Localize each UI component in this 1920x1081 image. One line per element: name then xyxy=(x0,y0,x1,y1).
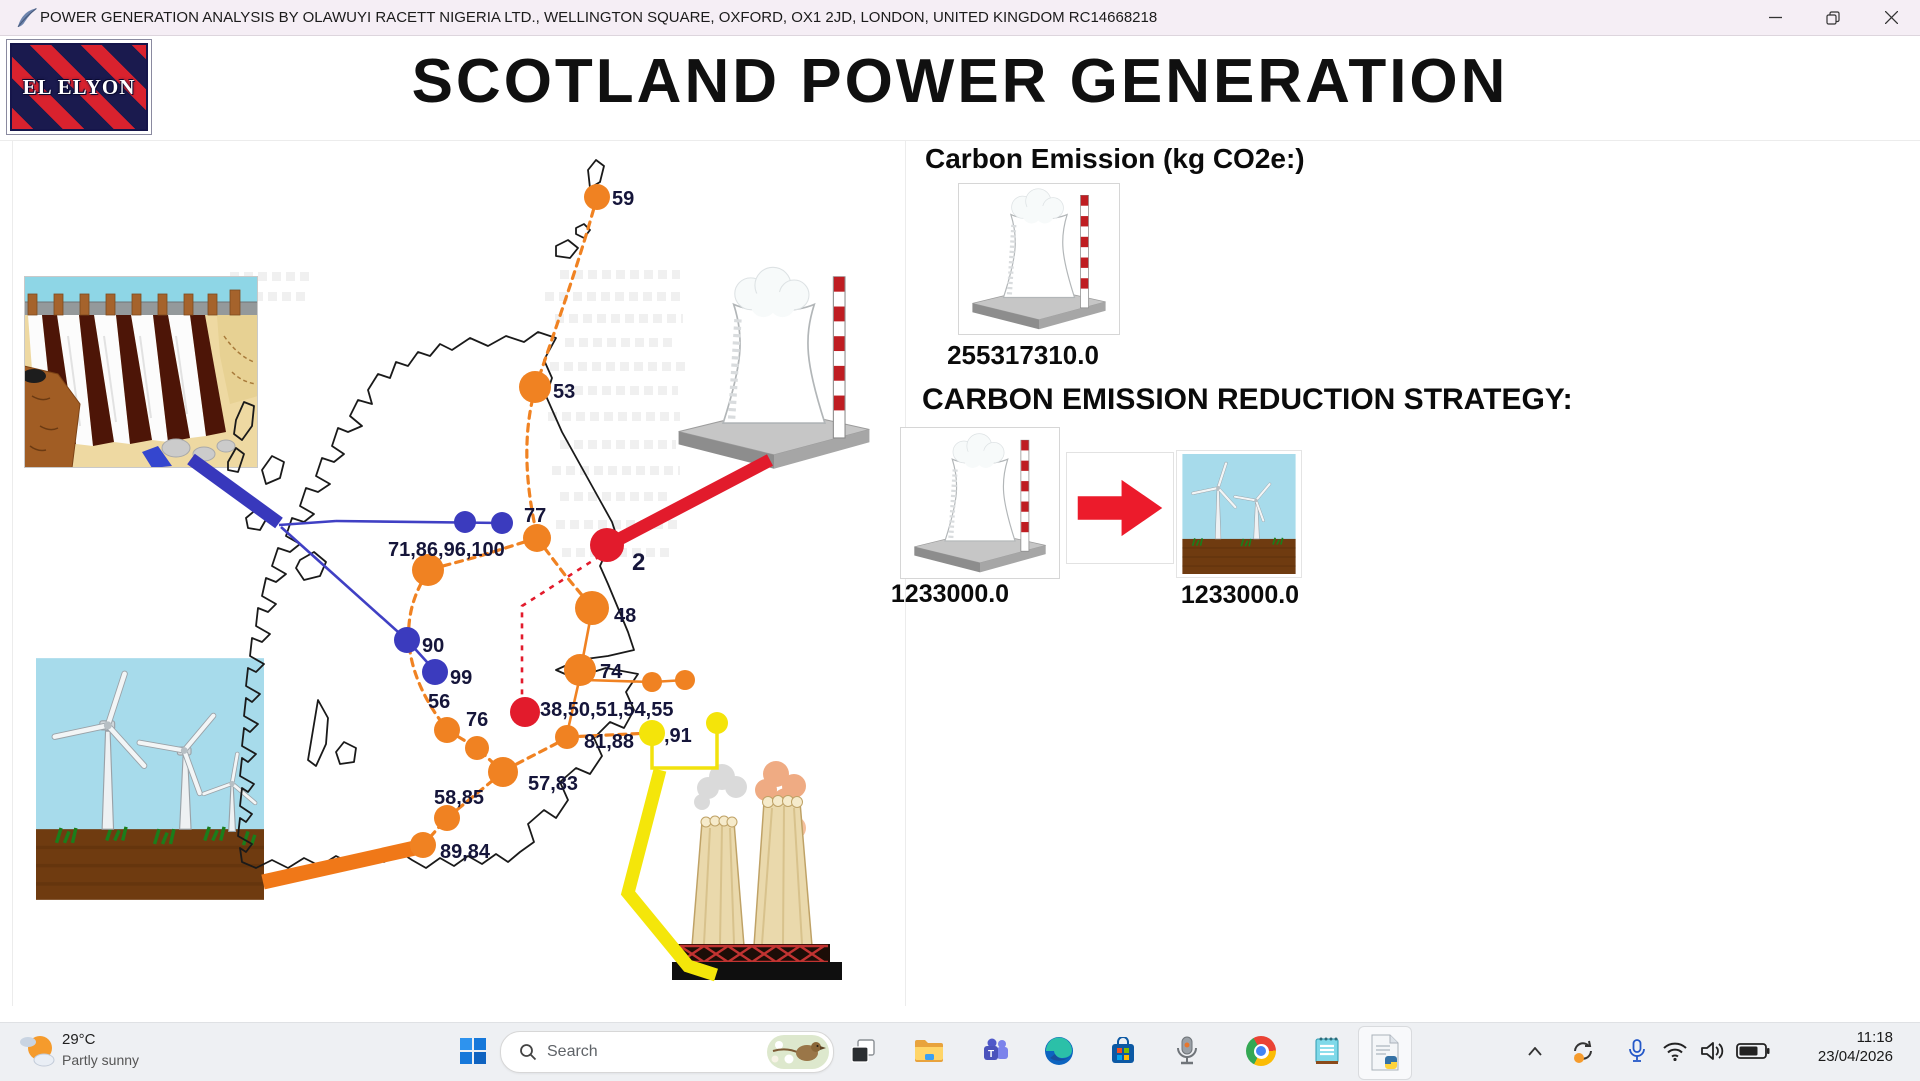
map-node-label: 59 xyxy=(612,188,634,210)
strategy-before-value: 1233000.0 xyxy=(890,580,1010,608)
task-view-icon xyxy=(851,1039,875,1063)
tray-microphone-icon xyxy=(1629,1039,1645,1062)
svg-text:T: T xyxy=(988,1049,994,1060)
update-sync-button[interactable] xyxy=(1562,1030,1604,1072)
map-node-label: 48 xyxy=(614,605,636,627)
reduction-strategy-heading: CARBON EMISSION REDUCTION STRATEGY: xyxy=(922,383,1573,416)
tray-overflow-button[interactable] xyxy=(1518,1030,1552,1072)
chrome-icon xyxy=(1246,1036,1276,1066)
nuclear-feed-line xyxy=(604,454,774,551)
tray-microphone-button[interactable] xyxy=(1616,1030,1658,1072)
battery-button[interactable] xyxy=(1732,1030,1774,1072)
tray-time: 11:18 xyxy=(1856,1029,1893,1046)
map-node-label: 38,50,51,54,55 xyxy=(540,699,673,721)
map-node-label: 90 xyxy=(422,635,444,657)
notepad-button[interactable] xyxy=(1306,1030,1348,1072)
wind-turbines-icon xyxy=(1182,454,1296,574)
search-highlight-bird-image xyxy=(767,1035,829,1069)
restore-icon xyxy=(1826,10,1840,25)
store-icon xyxy=(1112,1037,1134,1063)
strategy-after-image-box xyxy=(1176,450,1302,578)
map-node-label: 53 xyxy=(553,381,575,403)
search-label: Search xyxy=(547,1043,598,1060)
store-button[interactable] xyxy=(1102,1030,1144,1072)
map-node-label: 2 xyxy=(632,549,645,576)
notepad-icon xyxy=(1315,1037,1339,1064)
wifi-icon xyxy=(1663,1042,1687,1061)
coal-feed-line xyxy=(620,768,718,982)
map-node-label: 57,83 xyxy=(528,773,578,795)
carbon-emission-value: 255317310.0 xyxy=(947,340,1099,370)
search-icon xyxy=(520,1044,537,1061)
chrome-button[interactable] xyxy=(1240,1030,1282,1072)
strategy-after-value: 1233000.0 xyxy=(1180,581,1300,609)
tray-date: 23/04/2026 xyxy=(1817,1048,1893,1065)
map-node-label: 58,85 xyxy=(434,787,484,809)
close-icon xyxy=(1884,11,1898,24)
map-node-label: 74 xyxy=(600,661,623,683)
weather-text[interactable]: 29°C Partly sunny xyxy=(62,1030,139,1070)
restore-button[interactable] xyxy=(1804,0,1862,35)
start-button[interactable] xyxy=(452,1030,494,1072)
page-title: SCOTLAND POWER GENERATION xyxy=(411,47,1509,116)
microphone-app-icon xyxy=(1177,1036,1197,1065)
clock[interactable]: 11:18 23/04/2026 xyxy=(1818,1028,1893,1066)
strategy-before-image-box xyxy=(900,427,1060,579)
minimize-button[interactable] xyxy=(1746,0,1804,35)
edge-button[interactable] xyxy=(1038,1030,1080,1072)
map-node-label: 89,84 xyxy=(440,841,491,863)
edge-icon xyxy=(1045,1037,1073,1065)
folder-icon xyxy=(915,1040,943,1062)
python-file-icon xyxy=(1371,1034,1399,1071)
hydro-feed-line xyxy=(187,453,283,529)
voice-recorder-button[interactable] xyxy=(1166,1030,1208,1072)
window-titlebar: POWER GENERATION ANALYSIS BY OLAWUYI RAC… xyxy=(0,0,1920,36)
carbon-emission-heading: Carbon Emission (kg CO2e:) xyxy=(925,143,1305,174)
minimize-icon xyxy=(1768,16,1782,19)
task-view-button[interactable] xyxy=(842,1030,884,1072)
strategy-arrow-box xyxy=(1066,452,1174,564)
teams-icon: T xyxy=(984,1038,1008,1060)
volume-button[interactable] xyxy=(1692,1030,1734,1072)
company-logo: EL ELYON xyxy=(6,39,152,135)
map-node-label: 56 xyxy=(428,691,450,713)
window-title: POWER GENERATION ANALYSIS BY OLAWUYI RAC… xyxy=(40,9,1158,26)
partly-sunny-icon xyxy=(20,1036,55,1067)
search-box[interactable]: Search xyxy=(500,1031,834,1073)
wifi-button[interactable] xyxy=(1654,1030,1696,1072)
file-explorer-button[interactable] xyxy=(908,1030,950,1072)
map-node-label: ,91 xyxy=(664,725,692,747)
map-node-label: 77 xyxy=(524,505,546,527)
cooling-tower-icon xyxy=(972,188,1106,330)
red-arrow-icon xyxy=(1077,479,1163,537)
app-feather-icon xyxy=(17,7,37,28)
chevron-up-icon xyxy=(1528,1046,1542,1056)
weather-widget[interactable] xyxy=(16,1030,58,1077)
battery-icon xyxy=(1736,1043,1770,1059)
teams-button[interactable]: T xyxy=(974,1030,1016,1072)
cooling-tower-icon xyxy=(914,433,1046,573)
active-python-app-button[interactable] xyxy=(1358,1026,1412,1080)
windows-logo-icon xyxy=(460,1038,486,1064)
wind-feed-line xyxy=(261,838,426,890)
weather-description: Partly sunny xyxy=(62,1052,140,1068)
map-node-label: 71,86,96,100 xyxy=(388,539,505,561)
map-node-label: 81,88 xyxy=(584,731,634,753)
close-button[interactable] xyxy=(1862,0,1920,35)
power-network-map: 59 53 77 71,86,96,100 2 48 90 99 74 56 7… xyxy=(187,159,774,982)
network-nodes xyxy=(394,184,728,858)
map-node-label: 99 xyxy=(450,667,472,689)
emission-plant-image-box xyxy=(958,183,1120,335)
logo-text: EL ELYON xyxy=(22,74,136,99)
weather-temperature: 29°C xyxy=(62,1031,96,1048)
speaker-icon xyxy=(1701,1042,1724,1060)
sync-arrows-icon xyxy=(1574,1040,1592,1063)
map-node-label: 76 xyxy=(466,709,488,731)
